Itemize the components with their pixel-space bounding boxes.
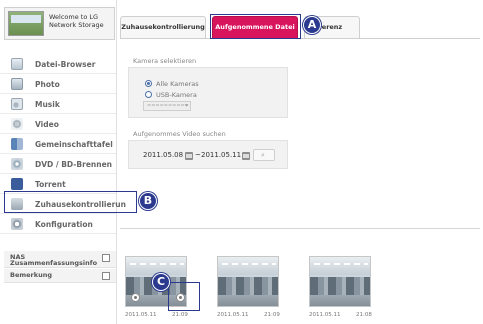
callout-a-badge: A [303,16,321,34]
video-icon [11,118,23,130]
sidebar-item-label: Datei-Browser [35,60,96,69]
sidebar-item-label: Musik [35,100,60,109]
music-icon [11,98,23,110]
sidebar-item-konfiguration[interactable]: Konfiguration [0,214,116,234]
calendar-icon[interactable] [185,152,193,160]
date-from-field[interactable]: 2011.05.08 [143,151,183,159]
camera-select-panel: Alle Kameras USB-Kamera ========== [128,67,288,118]
sidebar-item-video[interactable]: Video [0,114,116,134]
camera-section-label: Kamera selektieren [133,57,197,65]
thumbnail-date: 2011.05.11 [309,312,341,318]
sidebar-item-label: Konfiguration [35,220,93,229]
calendar-icon[interactable] [242,152,250,160]
radio-usb-camera-label: USB-Kamera [156,91,197,99]
brand-title: Welcome to LG Network Storage [49,13,104,29]
sidebar: Welcome to LG Network Storage Datei-Brow… [0,0,126,324]
thumbnail-time: 21:08 [356,312,372,318]
sidebar-item-label: DVD / BD-Brennen [35,160,113,169]
search-section-label: Aufgenommes Video suchen [133,130,226,138]
disc-icon [11,158,23,170]
callout-c-highlight [168,282,200,311]
sidebar-item-label: Video [35,120,59,129]
remark-panel[interactable]: Bemerkung [4,269,116,283]
gear-icon [11,218,23,230]
sidebar-item-dvd-bd-brennen[interactable]: DVD / BD-Brennen [0,154,116,174]
date-separator: ~ [195,151,201,159]
callout-a-highlight [210,14,301,39]
sidebar-item-label: Torrent [35,180,66,189]
delete-icon[interactable] [131,293,140,302]
date-to-field[interactable]: 2011.05.11 [201,151,241,159]
search-panel: 2011.05.08 ~ 2011.05.11 ⌕ [128,140,288,169]
search-icon: ⌕ [261,151,265,159]
radio-all-cameras-label: Alle Kameras [156,80,199,88]
brand-banner: Welcome to LG Network Storage [4,7,115,40]
callout-c-badge: C [152,273,170,291]
sidebar-item-photo[interactable]: Photo [0,74,116,94]
thumbnail-date: 2011.05.11 [125,312,157,318]
torrent-icon [11,178,23,190]
radio-all-cameras[interactable] [145,80,152,87]
nas-summary-panel[interactable]: NAS Zusammenfassungsinfo [4,251,116,268]
divider [120,228,480,229]
nas-summary-label: NAS Zusammenfassungsinfo [10,253,98,267]
window-icon[interactable] [102,254,110,262]
sidebar-item-label: Gemeinschafttafel [35,140,113,149]
thumbnail-time: 21:09 [264,312,280,318]
document-icon [11,58,23,70]
shared-board-icon [11,138,23,150]
video-thumbnail[interactable] [217,256,279,307]
thumbnail-date: 2011.05.11 [217,312,249,318]
callout-b-highlight [4,191,137,213]
video-thumbnail[interactable] [309,256,371,307]
sidebar-item-musik[interactable]: Musik [0,94,116,114]
sidebar-item-label: Photo [35,80,60,89]
window-icon[interactable] [102,272,110,280]
thumbnail-time: 21:09 [172,312,188,318]
callout-b-badge: B [139,192,157,210]
sidebar-item-gemeinschafttafel[interactable]: Gemeinschafttafel [0,134,116,154]
camera-dropdown[interactable]: ========== [143,101,191,111]
tab-zuhausekontrollierung[interactable]: Zuhausekontrollierung [120,16,206,38]
remark-label: Bemerkung [10,271,52,279]
radio-usb-camera[interactable] [145,91,152,98]
photo-icon [11,78,23,90]
search-button[interactable]: ⌕ [253,149,275,161]
brand-image [8,11,44,36]
sidebar-item-datei-browser[interactable]: Datei-Browser [0,54,116,74]
